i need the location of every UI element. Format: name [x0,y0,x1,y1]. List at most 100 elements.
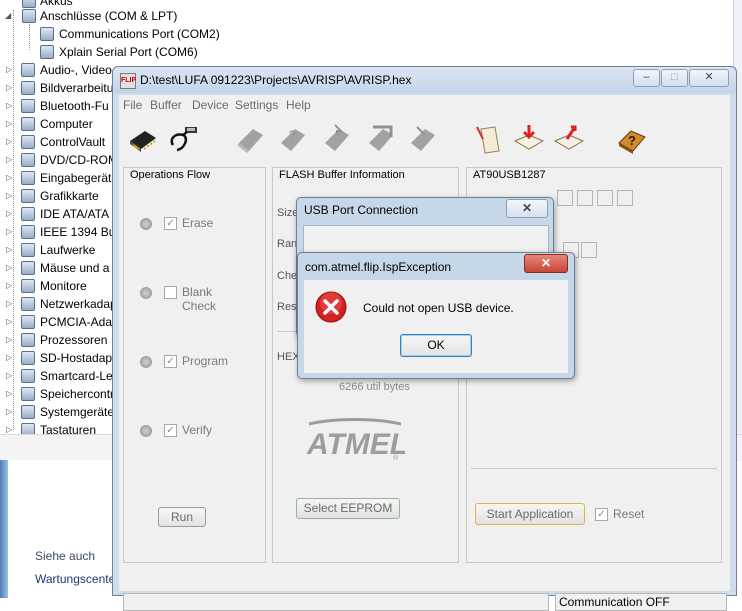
divider [471,468,717,469]
program-icon[interactable] [321,123,353,155]
menu-help[interactable]: Help [286,98,311,112]
minimize-button[interactable]: – [633,69,660,87]
device-category-icon [21,63,35,77]
tree-item-label: IEEE 1394 Bus [40,225,122,239]
verify-icon[interactable] [365,123,397,155]
tree-item-label: Communications Port (COM2) [59,27,220,41]
device-category-icon [21,387,35,401]
close-button[interactable]: ✕ [689,69,729,87]
status-bar-message [123,593,549,611]
flip-titlebar[interactable]: FLIP D:\test\LUFA 091223\Projects\AVRISP… [113,67,736,93]
expand-arrow-icon[interactable]: ▷ [6,336,14,344]
expand-arrow-icon[interactable]: ▷ [6,102,14,110]
device-category-icon [21,261,35,275]
close-button[interactable]: ✕ [506,199,548,218]
load-file-icon[interactable] [513,123,545,155]
expand-arrow-icon[interactable]: ▷ [6,120,14,128]
expand-arrow-icon[interactable]: ▷ [6,408,14,416]
close-button[interactable]: ✕ [524,254,568,273]
device-category-icon [21,333,35,347]
select-eeprom-button[interactable]: Select EEPROM [296,498,400,519]
expand-arrow-icon[interactable]: ▷ [6,246,14,254]
tree-item-label: Xplain Serial Port (COM6) [59,45,198,59]
device-category-icon [21,315,35,329]
tree-item-label: Anschlüsse (COM & LPT) [40,9,178,23]
status-led-icon [140,218,152,230]
see-also-heading: Siehe auch [35,549,96,563]
expand-arrow-icon[interactable]: ▷ [6,264,14,272]
maximize-button[interactable]: □ [661,69,688,87]
ok-button[interactable]: OK [400,334,472,357]
tree-item-label: PCMCIA-Ada [40,315,113,329]
start-application-button[interactable]: Start Application [475,503,585,525]
expand-arrow-icon[interactable]: ▷ [6,228,14,236]
program-checkbox[interactable]: ✓ [164,355,177,368]
panel-title: FLASH Buffer Information [277,169,407,181]
tree-item-label: Monitore [40,279,87,293]
tree-item-label: Grafikkarte [40,189,99,203]
save-file-icon[interactable] [553,123,585,155]
tree-item-label: Eingabegeräte [40,171,119,185]
device-name: AT90USB1287 [471,169,548,181]
menu-file[interactable]: File [123,98,142,112]
signature-box [581,242,597,258]
port-icon [22,9,36,23]
expand-arrow-icon[interactable]: ▷ [6,318,14,326]
help-book-icon[interactable]: ? [615,123,647,155]
expand-arrow-icon[interactable]: ▷ [6,300,14,308]
collapse-arrow-icon[interactable]: ◢ [5,12,13,20]
svg-text:?: ? [628,133,636,148]
device-category-icon [21,225,35,239]
control-panel-sidebar: Siehe auch Wartungscente [0,460,115,598]
expand-arrow-icon[interactable]: ▷ [6,156,14,164]
expand-arrow-icon[interactable]: ▷ [6,210,14,218]
taskbar-edge [0,460,8,598]
read-icon[interactable] [407,123,439,155]
status-led-icon [140,425,152,437]
blank-check-checkbox[interactable] [164,286,177,299]
menu-buffer[interactable]: Buffer [150,98,182,112]
atmel-logo-text: ATMEL [306,428,405,461]
expand-arrow-icon[interactable]: ▷ [6,372,14,380]
expand-arrow-icon[interactable]: ▷ [6,354,14,362]
menu-settings[interactable]: Settings [235,98,278,112]
expand-arrow-icon[interactable]: ▷ [6,66,14,74]
expand-arrow-icon[interactable]: ▷ [6,192,14,200]
reset-checkbox[interactable]: ✓ [595,508,608,521]
device-category-icon [21,81,35,95]
chip-icon[interactable] [127,123,159,155]
tree-item-label: Mäuse und a [40,261,110,275]
tree-connector-line [29,24,30,50]
expand-arrow-icon[interactable]: ▷ [6,390,14,398]
dialog-title: com.atmel.flip.IspException [305,260,452,274]
parse-file-icon[interactable] [473,123,505,155]
expand-arrow-icon[interactable]: ▷ [6,174,14,182]
erase-icon[interactable] [235,123,267,155]
tree-item-label: Netzwerkadap [40,297,117,311]
expand-arrow-icon[interactable]: ▷ [6,138,14,146]
tree-item-label: Bluetooth-Fu [40,99,109,113]
run-button[interactable]: Run [158,507,206,527]
device-category-icon [21,189,35,203]
error-message: Could not open USB device. [363,301,514,315]
menu-device[interactable]: Device [192,98,229,112]
checksum-label: Che [277,270,298,282]
window-title: D:\test\LUFA 091223\Projects\AVRISP\AVRI… [140,73,412,87]
tree-item-label: Laufwerke [40,243,96,257]
expand-arrow-icon[interactable]: ▷ [6,282,14,290]
signature-box [577,190,593,206]
expand-arrow-icon[interactable]: ▷ [6,84,14,92]
signature-box [597,190,613,206]
status-led-icon [140,356,152,368]
device-category-icon [21,99,35,113]
status-led-icon [140,287,152,299]
expand-arrow-icon[interactable]: ▷ [6,426,14,434]
blank-check-icon[interactable]: ? [277,123,309,155]
verify-checkbox[interactable]: ✓ [164,424,177,437]
usb-cable-icon[interactable] [167,123,199,155]
tree-item-label: Audio-, Video [40,63,112,77]
dialog-title: USB Port Connection [304,203,419,217]
tree-item-label: Systemgeräte [40,405,115,419]
erase-checkbox[interactable]: ✓ [164,217,177,230]
maintenance-center-link[interactable]: Wartungscente [35,572,115,586]
